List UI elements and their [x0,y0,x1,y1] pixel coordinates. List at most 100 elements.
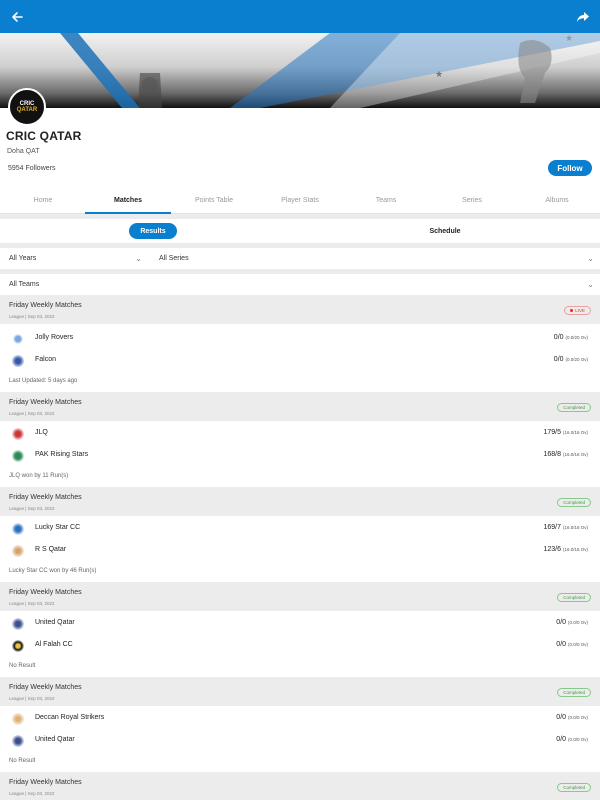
follower-count: 5954 Followers [8,165,56,172]
team-score-row[interactable]: Lucky Star CC 169/7 (16.0/16 Ov) [0,518,600,540]
follow-button[interactable]: Follow [548,160,592,176]
score-value: 0/0 [556,714,567,721]
completed-badge: Completed [557,593,591,602]
overs-value: (0.0/20 Ov) [565,335,588,340]
tab-points-table[interactable]: Points Table [171,187,257,213]
team-logo-icon [12,713,24,725]
years-dropdown-value: All Years [9,255,37,262]
match-subtitle: League | Sep 03, 2022 [9,601,55,606]
result-text: Lucky Star CC won by 46 Run(s) [9,568,97,574]
completed-badge: Completed [557,498,591,507]
overs-value: (0.0/20 Ov) [565,357,588,362]
team-logo-icon [12,618,24,630]
team-score-row[interactable]: Deccan Royal Strikers 0/0 (0.0/0 Ov) [0,708,600,730]
share-button[interactable] [572,6,594,28]
overs-value: (0.0/0 Ov) [567,715,588,720]
tab-teams[interactable]: Teams [343,187,429,213]
team-score-row[interactable]: Al Falah CC 0/0 (0.0/0 Ov) [0,635,600,657]
arrow-left-icon [12,12,23,22]
match-card-header[interactable]: Friday Weekly Matches League | Sep 03, 2… [0,584,600,611]
match-card-header[interactable]: Friday Weekly Matches League | Sep 03, 2… [0,679,600,706]
team-logo-icon [12,735,24,747]
match-title: Friday Weekly Matches [9,399,82,406]
team-score: 168/8 (16.0/16 Ov) [544,451,589,458]
team-score: 0/0 (0.0/0 Ov) [556,736,588,743]
logo-text-bottom: QATAR [16,107,38,113]
svg-text:★: ★ [435,69,443,79]
score-value: 168/8 [543,451,562,458]
overs-value: (0.0/0 Ov) [567,620,588,625]
match-card-header[interactable]: Friday Weekly Matches League | Sep 03, 2… [0,394,600,421]
team-name: Lucky Star CC [35,524,81,531]
tab-matches[interactable]: Matches [85,187,171,214]
results-tab[interactable]: Results [129,223,177,239]
completed-badge: Completed [557,403,591,412]
overs-value: (0.0/0 Ov) [567,642,588,647]
share-arrow-icon [577,12,589,22]
team-name: United Qatar [35,736,75,743]
team-logo-icon [12,428,24,440]
team-score-row[interactable]: Jolly Rovers 0/0 (0.0/20 Ov) [0,328,600,350]
result-text: No Result [9,758,36,764]
team-score-row[interactable]: Falcon 0/0 (0.0/20 Ov) [0,350,600,372]
team-score: 0/0 (0.0/0 Ov) [556,619,588,626]
result-text: No Result [9,663,36,669]
team-score: 0/0 (0.0/0 Ov) [556,641,588,648]
tab-player-stats[interactable]: Player Stats [257,187,343,213]
team-score: 0/0 (0.0/20 Ov) [554,334,588,341]
team-title: CRIC QATAR [6,129,82,143]
match-card-header[interactable]: Friday Weekly Matches League | Sep 03, 2… [0,489,600,516]
schedule-tab[interactable]: Schedule [410,223,480,239]
years-dropdown[interactable]: All Years ⌄ [0,248,148,269]
match-title: Friday Weekly Matches [9,494,82,501]
teams-dropdown-value: All Teams [9,281,40,288]
tab-series[interactable]: Series [429,187,515,213]
team-name: Al Falah CC [35,641,73,648]
back-button[interactable] [6,6,28,28]
profile-tabs: Home Matches Points Table Player Stats T… [0,187,600,214]
series-dropdown[interactable]: All Series ⌄ [150,248,600,269]
overs-value: (16.0/16 Ov) [562,452,588,457]
team-score-row[interactable]: United Qatar 0/0 (0.0/0 Ov) [0,730,600,752]
match-subtitle: League | Sep 03, 2022 [9,314,55,319]
match-title: Friday Weekly Matches [9,589,82,596]
team-name: Falcon [35,356,57,363]
team-score-row[interactable]: United Qatar 0/0 (0.0/0 Ov) [0,613,600,635]
team-logo-icon [12,523,24,535]
match-result: Last Updated: 5 days ago [0,372,600,392]
team-score: 0/0 (0.0/0 Ov) [556,714,588,721]
live-badge: LIVE [564,306,591,315]
match-result: No Result [0,752,600,772]
chevron-down-icon: ⌄ [135,254,142,263]
team-score: 169/7 (16.0/16 Ov) [544,524,589,531]
team-score: 179/5 (16.0/16 Ov) [544,429,589,436]
match-subtitle: League | Sep 03, 2022 [9,696,55,701]
tab-albums[interactable]: Albums [514,187,600,213]
match-result: Lucky Star CC won by 46 Run(s) [0,562,600,582]
match-card-header[interactable]: Friday Weekly Matches League | Sep 03, 2… [0,774,600,800]
app-bar [0,0,600,33]
team-score: 123/6 (16.0/16 Ov) [544,546,589,553]
match-subtitle: League | Sep 03, 2022 [9,411,55,416]
match-result: No Result [0,657,600,677]
score-value: 0/0 [553,334,564,341]
score-value: 0/0 [553,356,564,363]
score-value: 169/7 [543,524,562,531]
match-subtitle: League | Sep 03, 2022 [9,791,55,796]
completed-badge: Completed [557,783,591,792]
team-score-row[interactable]: PAK Rising Stars 168/8 (16.0/16 Ov) [0,445,600,467]
score-value: 0/0 [556,619,567,626]
match-title: Friday Weekly Matches [9,684,82,691]
match-card-header[interactable]: Friday Weekly Matches League | Sep 03, 2… [0,297,600,324]
teams-dropdown[interactable]: All Teams ⌄ [0,274,600,295]
match-title: Friday Weekly Matches [9,302,82,309]
team-logo-icon [12,545,24,557]
team-score-row[interactable]: JLQ 179/5 (16.0/16 Ov) [0,423,600,445]
team-score: 0/0 (0.0/20 Ov) [554,356,588,363]
status-text: LIVE [575,308,585,313]
team-name: R S Qatar [35,546,67,553]
series-dropdown-value: All Series [159,255,189,262]
team-score-row[interactable]: R S Qatar 123/6 (16.0/16 Ov) [0,540,600,562]
tab-home[interactable]: Home [0,187,86,213]
team-logo-icon [12,333,24,345]
